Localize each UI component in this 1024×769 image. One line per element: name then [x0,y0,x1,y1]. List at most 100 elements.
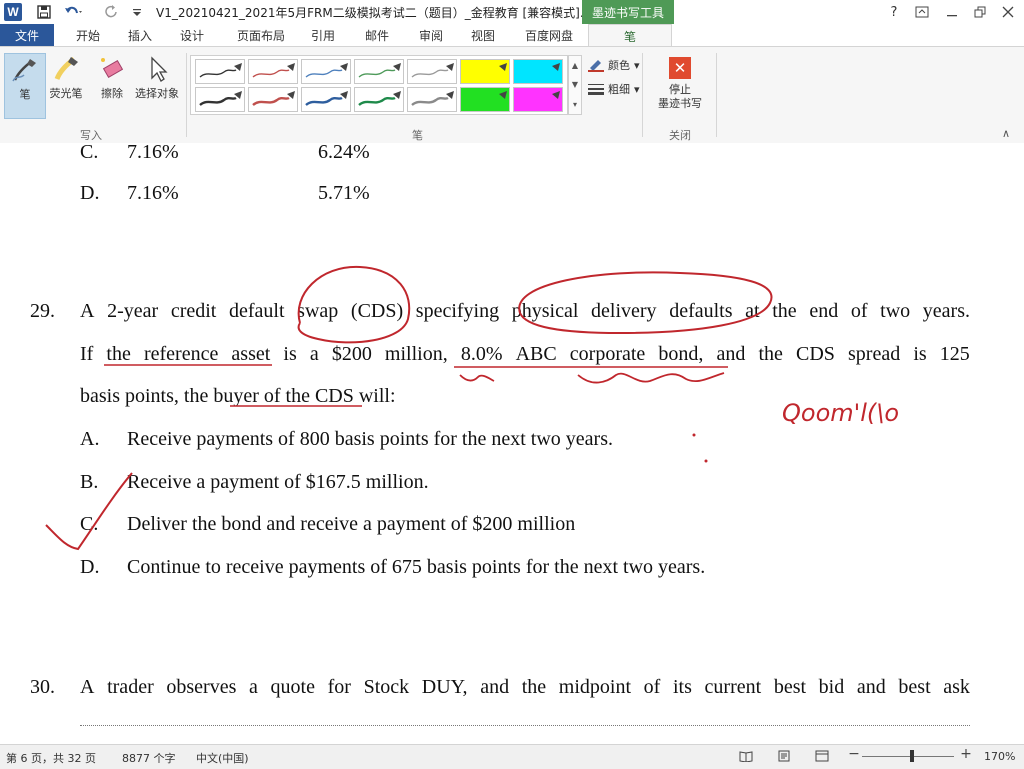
word: trader [107,676,154,698]
word: the [521,676,547,698]
stop-inking-label-2: 墨迹书写 [658,97,702,110]
ribbon-pen-panel: 笔 荧光笔 擦除 选择对象 写入 ▲ ▼ ▾ 颜色▾ 粗细▾ 笔 ✕ 停止 [0,46,1024,144]
web-layout-icon[interactable] [814,749,830,763]
tab-references[interactable]: 引用 [298,24,348,46]
collapse-ribbon-icon[interactable]: ∧ [1002,127,1010,140]
pen-tool-button[interactable]: 笔 [4,53,46,119]
pen-swatch[interactable] [195,59,245,84]
close-window-icon[interactable] [998,3,1018,21]
select-objects-button[interactable]: 选择对象 [132,53,182,109]
word: physical [511,300,579,322]
word: 125 [939,343,970,365]
q29-option-c-text: Deliver the bond and receive a payment o… [127,513,576,535]
tab-design[interactable]: 设计 [166,24,218,46]
question-29-line-3: basis points, the buyer of the CDS will: [80,385,396,407]
pen-swatch[interactable] [460,87,510,112]
ink-dot [692,433,696,437]
gallery-more-icon[interactable]: ▾ [573,100,577,109]
stop-x-icon: ✕ [669,57,691,79]
pen-thickness-dropdown[interactable]: 粗细 ▾ [588,81,640,97]
pen-swatch[interactable] [460,59,510,84]
zoom-slider-thumb[interactable] [910,750,914,762]
pen-swatch[interactable] [354,59,404,84]
ink-wave-8-percent [459,374,495,382]
word: and [480,676,510,698]
ink-note-handwriting: Qoom'l(\o [782,399,899,427]
undo-icon[interactable] [64,3,84,21]
language-status[interactable]: 中文(中国) [196,750,249,766]
word: quote [270,676,315,698]
document-page[interactable]: C. 7.16% 6.24% D. 7.16% 5.71% 29. A 2-yea… [0,143,1024,744]
word: midpoint [558,676,632,698]
ribbon-display-options-icon[interactable] [912,3,932,21]
minimize-icon[interactable] [942,3,962,21]
word: A [80,300,95,322]
pen-swatch[interactable] [513,87,563,112]
word: ABC [515,343,557,365]
help-icon[interactable]: ? [884,3,904,21]
cursor-arrow-icon [141,53,173,85]
word: corporate [569,343,646,365]
highlighter-tool-button[interactable]: 荧光笔 [46,53,86,109]
pen-swatch[interactable] [407,59,457,84]
pen-swatch[interactable] [301,59,351,84]
restore-icon[interactable] [970,3,990,21]
tab-file[interactable]: 文件 [0,24,54,46]
tab-mailings[interactable]: 邮件 [352,24,402,46]
word: spread [848,343,901,365]
eraser-tool-button[interactable]: 擦除 [92,53,132,109]
pens-group-label: 笔 [412,129,423,142]
ribbon-tab-bar: 文件 开始 插入 设计 页面布局 引用 邮件 审阅 视图 百度网盘 笔 登录 [0,24,1024,69]
tab-baidu-netdisk[interactable]: 百度网盘 [512,24,586,46]
word-app-icon[interactable]: W [4,3,22,21]
word: two [880,300,911,322]
zoom-level[interactable]: 170% [984,750,1015,763]
word: defaults [669,300,733,322]
ink-wave-corporate-bond [577,372,725,384]
print-layout-icon[interactable] [776,749,792,763]
scroll-down-icon[interactable]: ▼ [572,80,578,89]
ink-tools-contextual-title: 墨迹书写工具 [582,0,674,24]
pen-swatch[interactable] [301,87,351,112]
redo-icon[interactable] [104,3,120,21]
zoom-out-button[interactable]: − [846,746,862,762]
customize-toolbar-icon[interactable] [130,3,144,21]
word: a [249,676,258,698]
highlighter-tool-label: 荧光笔 [49,87,83,100]
read-mode-icon[interactable] [738,749,754,763]
word: the [106,343,131,365]
tab-home[interactable]: 开始 [62,24,114,46]
pen-color-dropdown[interactable]: 颜色 ▾ [588,57,640,73]
word: Stock [363,676,410,698]
prev-option-d-value-b: 5.71% [318,182,370,204]
gallery-scroll-control[interactable]: ▲ ▼ ▾ [568,55,582,115]
pen-swatch[interactable] [248,87,298,112]
ribbon-separator [716,53,717,137]
tab-page-layout[interactable]: 页面布局 [224,24,298,46]
tab-review[interactable]: 审阅 [406,24,456,46]
word: ask [943,676,970,698]
tab-view[interactable]: 视图 [458,24,508,46]
zoom-slider[interactable] [862,756,954,757]
word: its [672,676,692,698]
tab-pen[interactable]: 笔 [588,24,672,47]
ink-dot [704,459,708,463]
pen-thickness-label: 粗细 [608,83,630,96]
pen-swatch[interactable] [248,59,298,84]
stop-inking-button[interactable]: ✕ 停止 墨迹书写 [650,57,710,111]
pen-swatch[interactable] [195,87,245,112]
word: default [228,300,285,322]
q29-option-b-text: Receive a payment of $167.5 million. [127,471,429,493]
pen-swatch[interactable] [513,59,563,84]
scroll-up-icon[interactable]: ▲ [572,61,578,70]
word-count-status[interactable]: 8877 个字 [122,750,176,766]
pen-swatch[interactable] [407,87,457,112]
word: million, [384,343,448,365]
word: CDS [796,343,835,365]
pen-swatch[interactable] [354,87,404,112]
page-count-status[interactable]: 第 6 页，共 32 页 [6,750,96,766]
tab-insert[interactable]: 插入 [114,24,166,46]
save-icon[interactable] [36,3,52,21]
zoom-in-button[interactable]: + [958,746,974,762]
question-29-line-2: If the reference asset is a $200 million, 8.0% AB… [80,343,970,366]
